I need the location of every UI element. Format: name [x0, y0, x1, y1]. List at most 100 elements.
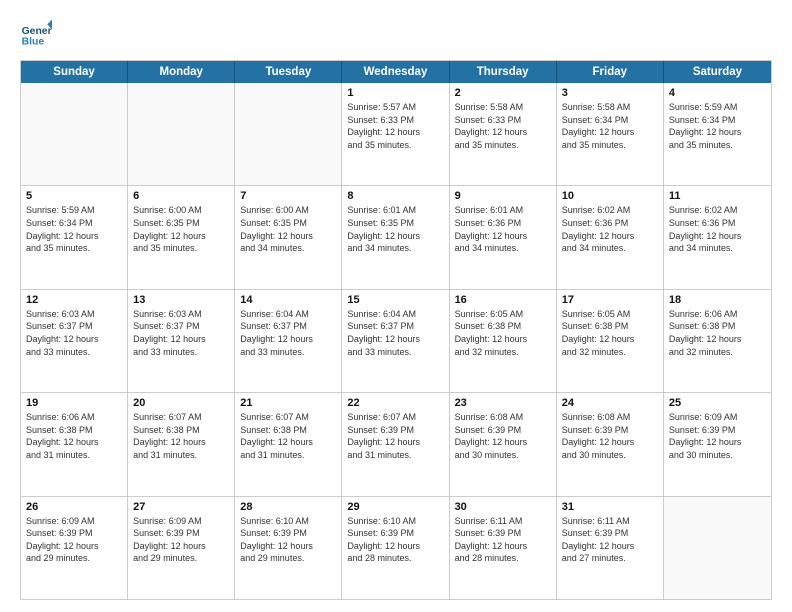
day-info: Sunrise: 6:09 AM Sunset: 6:39 PM Dayligh… — [26, 515, 122, 565]
day-info: Sunrise: 6:05 AM Sunset: 6:38 PM Dayligh… — [562, 308, 658, 358]
day-number: 8 — [347, 190, 443, 202]
day-info: Sunrise: 6:00 AM Sunset: 6:35 PM Dayligh… — [240, 204, 336, 254]
day-info: Sunrise: 5:58 AM Sunset: 6:33 PM Dayligh… — [455, 101, 551, 151]
day-cell-15: 15Sunrise: 6:04 AM Sunset: 6:37 PM Dayli… — [342, 290, 449, 392]
day-cell-4: 4 Sunrise: 5:59 AM Sunset: 6:34 PM Daylig… — [664, 83, 771, 185]
day-cell-17: 17 Sunrise: 6:05 AM Sunset: 6:38 PM Dayli… — [557, 290, 664, 392]
day-info: Sunrise: 5:59 AM Sunset: 6:34 PM Dayligh… — [669, 101, 766, 151]
day-cell-12: 12 Sunrise: 6:03 AM Sunset: 6:37 PM Dayli… — [21, 290, 128, 392]
day-number: 10 — [562, 190, 658, 202]
day-info: Sunrise: 6:04 AM Sunset: 6:37 PM Dayligh… — [240, 308, 336, 358]
day-header-saturday: Saturday — [664, 61, 771, 83]
day-number: 22 — [347, 397, 443, 409]
day-cell-7: 7 Sunrise: 6:00 AM Sunset: 6:35 PM Daylig… — [235, 186, 342, 288]
day-cell-31: 31 Sunrise: 6:11 AM Sunset: 6:39 PM Dayli… — [557, 497, 664, 599]
day-cell-6: 6Sunrise: 6:00 AM Sunset: 6:35 PM Daylig… — [128, 186, 235, 288]
day-number: 11 — [669, 190, 766, 202]
calendar-body: 1 Sunrise: 5:57 AM Sunset: 6:33 PM Daylig… — [21, 83, 771, 599]
day-cell-3: 3 Sunrise: 5:58 AM Sunset: 6:34 PM Daylig… — [557, 83, 664, 185]
day-cell-23: 23Sunrise: 6:08 AM Sunset: 6:39 PM Dayli… — [450, 393, 557, 495]
day-cell-20: 20Sunrise: 6:07 AM Sunset: 6:38 PM Dayli… — [128, 393, 235, 495]
day-info: Sunrise: 6:09 AM Sunset: 6:39 PM Dayligh… — [133, 515, 229, 565]
day-number: 4 — [669, 87, 766, 99]
day-number: 31 — [562, 501, 658, 513]
day-info: Sunrise: 6:10 AM Sunset: 6:39 PM Dayligh… — [347, 515, 443, 565]
day-cell-22: 22 Sunrise: 6:07 AM Sunset: 6:39 PM Dayli… — [342, 393, 449, 495]
week-row-5: 26 Sunrise: 6:09 AM Sunset: 6:39 PM Dayli… — [21, 497, 771, 599]
day-number: 19 — [26, 397, 122, 409]
day-number: 30 — [455, 501, 551, 513]
day-cell-25: 25 Sunrise: 6:09 AM Sunset: 6:39 PM Dayli… — [664, 393, 771, 495]
day-info: Sunrise: 6:05 AM Sunset: 6:38 PM Dayligh… — [455, 308, 551, 358]
day-number: 5 — [26, 190, 122, 202]
day-cell-27: 27 Sunrise: 6:09 AM Sunset: 6:39 PM Dayli… — [128, 497, 235, 599]
day-header-wednesday: Wednesday — [342, 61, 449, 83]
day-info: Sunrise: 6:09 AM Sunset: 6:39 PM Dayligh… — [669, 411, 766, 461]
day-info: Sunrise: 6:11 AM Sunset: 6:39 PM Dayligh… — [562, 515, 658, 565]
day-header-sunday: Sunday — [21, 61, 128, 83]
day-info: Sunrise: 6:03 AM Sunset: 6:37 PM Dayligh… — [26, 308, 122, 358]
svg-text:General: General — [22, 26, 52, 37]
day-header-monday: Monday — [128, 61, 235, 83]
day-cell-9: 9 Sunrise: 6:01 AM Sunset: 6:36 PM Daylig… — [450, 186, 557, 288]
day-info: Sunrise: 5:58 AM Sunset: 6:34 PM Dayligh… — [562, 101, 658, 151]
day-number: 1 — [347, 87, 443, 99]
day-cell-5: 5 Sunrise: 5:59 AM Sunset: 6:34 PM Daylig… — [21, 186, 128, 288]
header: General Blue — [20, 18, 772, 50]
day-number: 23 — [455, 397, 551, 409]
day-number: 18 — [669, 294, 766, 306]
week-row-3: 12 Sunrise: 6:03 AM Sunset: 6:37 PM Dayli… — [21, 290, 771, 393]
day-number: 26 — [26, 501, 122, 513]
day-info: Sunrise: 6:04 AM Sunset: 6:37 PM Dayligh… — [347, 308, 443, 358]
day-number: 21 — [240, 397, 336, 409]
calendar: SundayMondayTuesdayWednesdayThursdayFrid… — [20, 60, 772, 600]
day-info: Sunrise: 6:07 AM Sunset: 6:38 PM Dayligh… — [240, 411, 336, 461]
day-number: 25 — [669, 397, 766, 409]
day-cell-14: 14 Sunrise: 6:04 AM Sunset: 6:37 PM Dayli… — [235, 290, 342, 392]
day-number: 29 — [347, 501, 443, 513]
day-number: 24 — [562, 397, 658, 409]
day-cell-empty — [21, 83, 128, 185]
day-number: 28 — [240, 501, 336, 513]
week-row-4: 19Sunrise: 6:06 AM Sunset: 6:38 PM Dayli… — [21, 393, 771, 496]
day-cell-18: 18 Sunrise: 6:06 AM Sunset: 6:38 PM Dayli… — [664, 290, 771, 392]
day-info: Sunrise: 6:11 AM Sunset: 6:39 PM Dayligh… — [455, 515, 551, 565]
day-number: 17 — [562, 294, 658, 306]
day-info: Sunrise: 5:59 AM Sunset: 6:34 PM Dayligh… — [26, 204, 122, 254]
day-number: 13 — [133, 294, 229, 306]
day-number: 16 — [455, 294, 551, 306]
day-cell-13: 13 Sunrise: 6:03 AM Sunset: 6:37 PM Dayli… — [128, 290, 235, 392]
day-cell-28: 28 Sunrise: 6:10 AM Sunset: 6:39 PM Dayli… — [235, 497, 342, 599]
day-number: 2 — [455, 87, 551, 99]
day-header-friday: Friday — [557, 61, 664, 83]
day-info: Sunrise: 6:10 AM Sunset: 6:39 PM Dayligh… — [240, 515, 336, 565]
day-number: 14 — [240, 294, 336, 306]
day-cell-empty — [235, 83, 342, 185]
day-number: 20 — [133, 397, 229, 409]
logo: General Blue — [20, 18, 56, 50]
day-info: Sunrise: 6:02 AM Sunset: 6:36 PM Dayligh… — [562, 204, 658, 254]
day-number: 12 — [26, 294, 122, 306]
day-header-tuesday: Tuesday — [235, 61, 342, 83]
day-number: 7 — [240, 190, 336, 202]
day-cell-2: 2 Sunrise: 5:58 AM Sunset: 6:33 PM Daylig… — [450, 83, 557, 185]
week-row-2: 5 Sunrise: 5:59 AM Sunset: 6:34 PM Daylig… — [21, 186, 771, 289]
logo-icon: General Blue — [20, 18, 52, 50]
day-cell-19: 19Sunrise: 6:06 AM Sunset: 6:38 PM Dayli… — [21, 393, 128, 495]
day-number: 9 — [455, 190, 551, 202]
day-info: Sunrise: 6:07 AM Sunset: 6:39 PM Dayligh… — [347, 411, 443, 461]
day-info: Sunrise: 6:06 AM Sunset: 6:38 PM Dayligh… — [669, 308, 766, 358]
day-info: Sunrise: 6:01 AM Sunset: 6:36 PM Dayligh… — [455, 204, 551, 254]
day-info: Sunrise: 6:01 AM Sunset: 6:35 PM Dayligh… — [347, 204, 443, 254]
day-info: Sunrise: 6:03 AM Sunset: 6:37 PM Dayligh… — [133, 308, 229, 358]
day-headers: SundayMondayTuesdayWednesdayThursdayFrid… — [21, 61, 771, 83]
day-cell-empty — [664, 497, 771, 599]
day-number: 27 — [133, 501, 229, 513]
day-info: Sunrise: 6:02 AM Sunset: 6:36 PM Dayligh… — [669, 204, 766, 254]
day-cell-29: 29 Sunrise: 6:10 AM Sunset: 6:39 PM Dayli… — [342, 497, 449, 599]
day-number: 3 — [562, 87, 658, 99]
day-cell-21: 21 Sunrise: 6:07 AM Sunset: 6:38 PM Dayli… — [235, 393, 342, 495]
day-info: Sunrise: 5:57 AM Sunset: 6:33 PM Dayligh… — [347, 101, 443, 151]
week-row-1: 1 Sunrise: 5:57 AM Sunset: 6:33 PM Daylig… — [21, 83, 771, 186]
day-cell-16: 16 Sunrise: 6:05 AM Sunset: 6:38 PM Dayli… — [450, 290, 557, 392]
